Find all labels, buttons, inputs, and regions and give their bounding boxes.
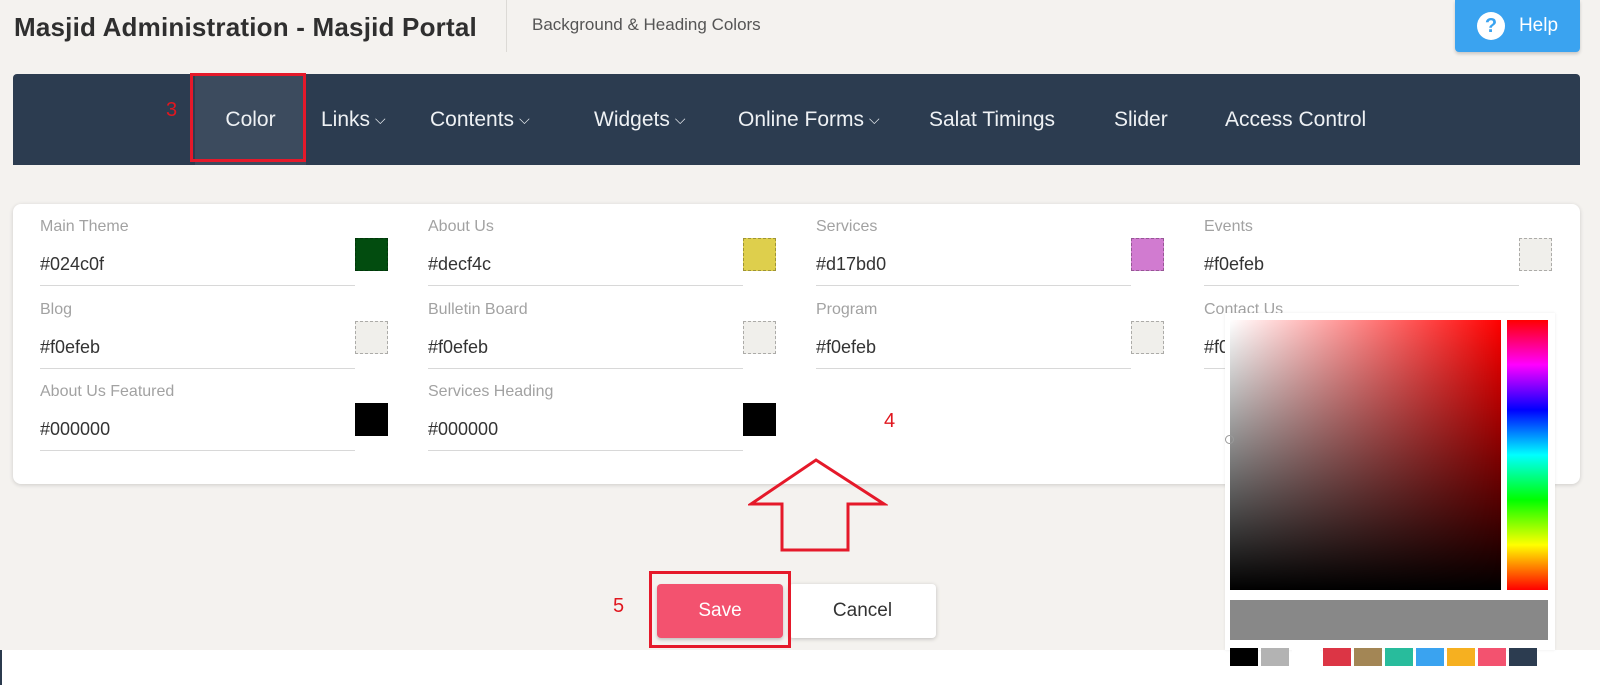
preset-swatch[interactable] bbox=[1230, 648, 1258, 666]
nav-label: Online Forms bbox=[738, 107, 865, 131]
field-underline bbox=[40, 285, 355, 286]
color-swatch[interactable] bbox=[743, 238, 776, 271]
preset-swatch[interactable] bbox=[1416, 648, 1444, 666]
color-swatch[interactable] bbox=[743, 321, 776, 354]
field-underline bbox=[816, 285, 1131, 286]
color-input[interactable]: #000000 bbox=[40, 419, 110, 440]
color-field: Events #f0efeb bbox=[1204, 204, 1560, 286]
field-label: About Us Featured bbox=[40, 383, 175, 400]
color-field: About Us Featured #000000 bbox=[40, 369, 396, 451]
title-divider bbox=[506, 0, 507, 52]
color-swatch[interactable] bbox=[743, 403, 776, 436]
nav-label: Access Control bbox=[1225, 107, 1367, 131]
annotation-number-5: 5 bbox=[613, 595, 625, 617]
field-underline bbox=[816, 368, 1131, 369]
color-input[interactable]: #024c0f bbox=[40, 254, 104, 275]
saturation-value-area[interactable] bbox=[1225, 320, 1501, 590]
field-label: Services Heading bbox=[428, 383, 554, 400]
field-underline bbox=[428, 450, 743, 451]
color-field: Bulletin Board #f0efeb bbox=[428, 287, 784, 369]
nav-item-links[interactable]: Links ⌵ bbox=[321, 74, 386, 165]
nav-item-widgets[interactable]: Widgets ⌵ bbox=[594, 74, 685, 165]
cancel-button[interactable]: Cancel bbox=[789, 584, 936, 638]
question-circle-icon: ? bbox=[1476, 12, 1505, 40]
annotation-arrow-up bbox=[748, 458, 888, 552]
preset-swatch[interactable] bbox=[1447, 648, 1475, 666]
hue-slider[interactable] bbox=[1507, 320, 1548, 590]
color-swatch[interactable] bbox=[1131, 321, 1164, 354]
nav-label: Slider bbox=[1114, 107, 1168, 131]
field-label: Program bbox=[816, 301, 878, 318]
chevron-down-icon: ⌵ bbox=[519, 111, 530, 127]
preset-swatch[interactable] bbox=[1385, 648, 1413, 666]
color-swatch[interactable] bbox=[355, 238, 388, 271]
color-field: Services #d17bd0 bbox=[816, 204, 1172, 286]
field-underline bbox=[428, 285, 743, 286]
picker-handle[interactable] bbox=[1225, 435, 1234, 444]
app-background: Masjid Administration - Masjid Portal Ba… bbox=[0, 0, 1600, 650]
color-field: Main Theme #024c0f bbox=[40, 204, 396, 286]
nav-label: Widgets bbox=[594, 107, 670, 131]
field-label: Blog bbox=[40, 301, 73, 318]
annotation-box-step5 bbox=[649, 571, 791, 648]
chevron-down-icon: ⌵ bbox=[375, 111, 386, 127]
color-input[interactable]: #000000 bbox=[428, 419, 498, 440]
field-underline bbox=[1204, 285, 1519, 286]
color-input[interactable]: #decf4c bbox=[428, 254, 491, 275]
page-title: Masjid Administration - Masjid Portal bbox=[14, 12, 477, 42]
field-label: Services bbox=[816, 218, 878, 235]
field-underline bbox=[40, 450, 355, 451]
help-label: Help bbox=[1518, 15, 1559, 36]
color-field: Services Heading #000000 bbox=[428, 369, 784, 451]
help-button[interactable]: ? Help bbox=[1455, 0, 1580, 52]
field-label: About Us bbox=[428, 218, 494, 235]
preset-swatch[interactable] bbox=[1354, 648, 1382, 666]
nav-item-slider[interactable]: Slider bbox=[1114, 74, 1168, 165]
page-edge-line bbox=[0, 650, 2, 685]
chevron-down-icon: ⌵ bbox=[869, 111, 880, 127]
preset-swatch[interactable] bbox=[1478, 648, 1506, 666]
color-input[interactable]: #d17bd0 bbox=[816, 254, 886, 275]
nav-item-contents[interactable]: Contents ⌵ bbox=[430, 74, 530, 165]
color-input[interactable]: #f0efeb bbox=[428, 337, 488, 358]
nav-item-online-forms[interactable]: Online Forms ⌵ bbox=[738, 74, 880, 165]
color-swatch[interactable] bbox=[355, 403, 388, 436]
color-swatch[interactable] bbox=[1131, 238, 1164, 271]
annotation-box-step3 bbox=[190, 73, 306, 162]
field-label: Bulletin Board bbox=[428, 301, 528, 318]
preset-swatch[interactable] bbox=[1509, 648, 1537, 666]
color-field: Blog #f0efeb bbox=[40, 287, 396, 369]
chevron-down-icon: ⌵ bbox=[674, 111, 686, 127]
color-input[interactable]: #f0efeb bbox=[40, 337, 100, 358]
color-input[interactable]: #f0efeb bbox=[816, 337, 876, 358]
nav-item-access-control[interactable]: Access Control bbox=[1225, 74, 1366, 165]
preset-swatch[interactable] bbox=[1261, 648, 1289, 666]
annotation-number-3: 3 bbox=[166, 99, 178, 121]
page-subtitle: Background & Heading Colors bbox=[532, 15, 761, 34]
preset-swatch[interactable] bbox=[1292, 648, 1320, 666]
nav-label: Salat Timings bbox=[929, 107, 1056, 131]
color-swatch[interactable] bbox=[1519, 238, 1552, 271]
field-label: Events bbox=[1204, 218, 1253, 235]
field-label: Main Theme bbox=[40, 218, 129, 235]
nav-label: Links bbox=[321, 107, 371, 131]
arrow-outline bbox=[748, 458, 888, 552]
color-input[interactable]: #f0efeb bbox=[1204, 254, 1264, 275]
nav-item-salat-timings[interactable]: Salat Timings bbox=[929, 74, 1055, 165]
color-field: Program #f0efeb bbox=[816, 287, 1172, 369]
color-preview bbox=[1230, 600, 1548, 640]
color-swatch[interactable] bbox=[355, 321, 388, 354]
nav-label: Contents bbox=[430, 107, 515, 131]
color-picker-popup bbox=[1225, 313, 1555, 650]
annotation-number-4: 4 bbox=[884, 410, 896, 432]
preset-swatch[interactable] bbox=[1323, 648, 1351, 666]
color-field: About Us #decf4c bbox=[428, 204, 784, 286]
